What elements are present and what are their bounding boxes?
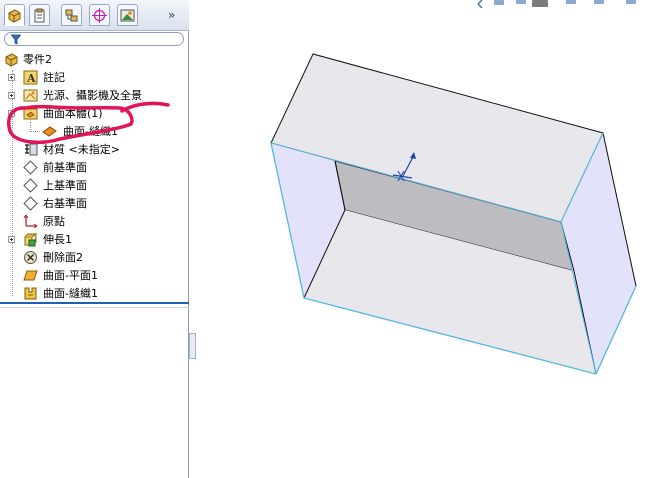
- tree-item-knit-surface[interactable]: 曲面-縫織1: [0, 285, 185, 302]
- panel-tab-bar: »: [0, 0, 189, 31]
- panel-splitter[interactable]: [0, 302, 189, 304]
- tree-item-label: 伸長1: [43, 233, 72, 246]
- tree-item-delete-face[interactable]: 刪除面2: [0, 249, 185, 266]
- tree-item-planar-surface[interactable]: 曲面-平面1: [0, 267, 185, 284]
- part-icon: [8, 8, 21, 23]
- tree-item-label: 曲面-平面1: [43, 269, 98, 282]
- tree-item-label: 刪除面2: [43, 251, 83, 264]
- tree-item-label: 註記: [43, 71, 65, 84]
- feature-tree-tab[interactable]: [4, 4, 25, 26]
- part-icon: [5, 53, 18, 67]
- tree-item-extrude[interactable]: 伸長1: [0, 231, 185, 248]
- tree-item-label: 原點: [43, 215, 65, 228]
- delete-face-icon: [24, 251, 37, 264]
- tree-item-origin[interactable]: 原點: [0, 213, 185, 230]
- configuration-manager-tab[interactable]: [61, 4, 82, 26]
- dimxpert-manager-tab[interactable]: [89, 4, 110, 26]
- extrude-icon: [24, 233, 38, 247]
- svg-text:A: A: [26, 72, 36, 85]
- tree-item-label: 右基準面: [43, 197, 87, 210]
- tree-filter-input[interactable]: [4, 32, 184, 46]
- panel-splitter-shadow: [0, 307, 189, 308]
- tree-item-right-plane[interactable]: 右基準面: [0, 195, 185, 212]
- graphics-viewport[interactable]: [190, 0, 660, 478]
- tree-item-label: 前基準面: [43, 161, 87, 174]
- knit-surface-icon: [24, 287, 37, 300]
- expand-toggle[interactable]: [8, 74, 15, 81]
- more-tabs-button[interactable]: »: [168, 8, 175, 22]
- feature-manager-panel: » 零件2 A 註記 光源、攝影機及全景 曲面本體(1) 曲面-縫織1 材質 <…: [0, 0, 189, 478]
- annotations-icon: A: [23, 70, 38, 85]
- tree-item-front-plane[interactable]: 前基準面: [0, 159, 185, 176]
- tree-item-label: 上基準面: [43, 179, 87, 192]
- origin-icon: [23, 214, 38, 229]
- property-tab-icon: [34, 8, 45, 22]
- configuration-tab-icon: [65, 9, 78, 21]
- display-tab-icon: [120, 9, 135, 21]
- filter-icon: [11, 34, 21, 45]
- property-manager-tab[interactable]: [29, 4, 50, 26]
- plane-icon: [23, 196, 38, 211]
- part-name: 零件2: [23, 53, 52, 66]
- planar-surface-icon: [23, 270, 38, 281]
- annotation-highlight-mark: [7, 101, 170, 145]
- tree-item-top-plane[interactable]: 上基準面: [0, 177, 185, 194]
- display-manager-tab[interactable]: [117, 4, 138, 26]
- plane-icon: [23, 178, 38, 193]
- tree-item-annotations[interactable]: A 註記: [0, 69, 185, 86]
- dimxpert-tab-icon: [92, 7, 107, 23]
- tree-item-label: 曲面-縫織1: [43, 287, 98, 300]
- plane-icon: [23, 160, 38, 175]
- expand-toggle[interactable]: [8, 236, 15, 243]
